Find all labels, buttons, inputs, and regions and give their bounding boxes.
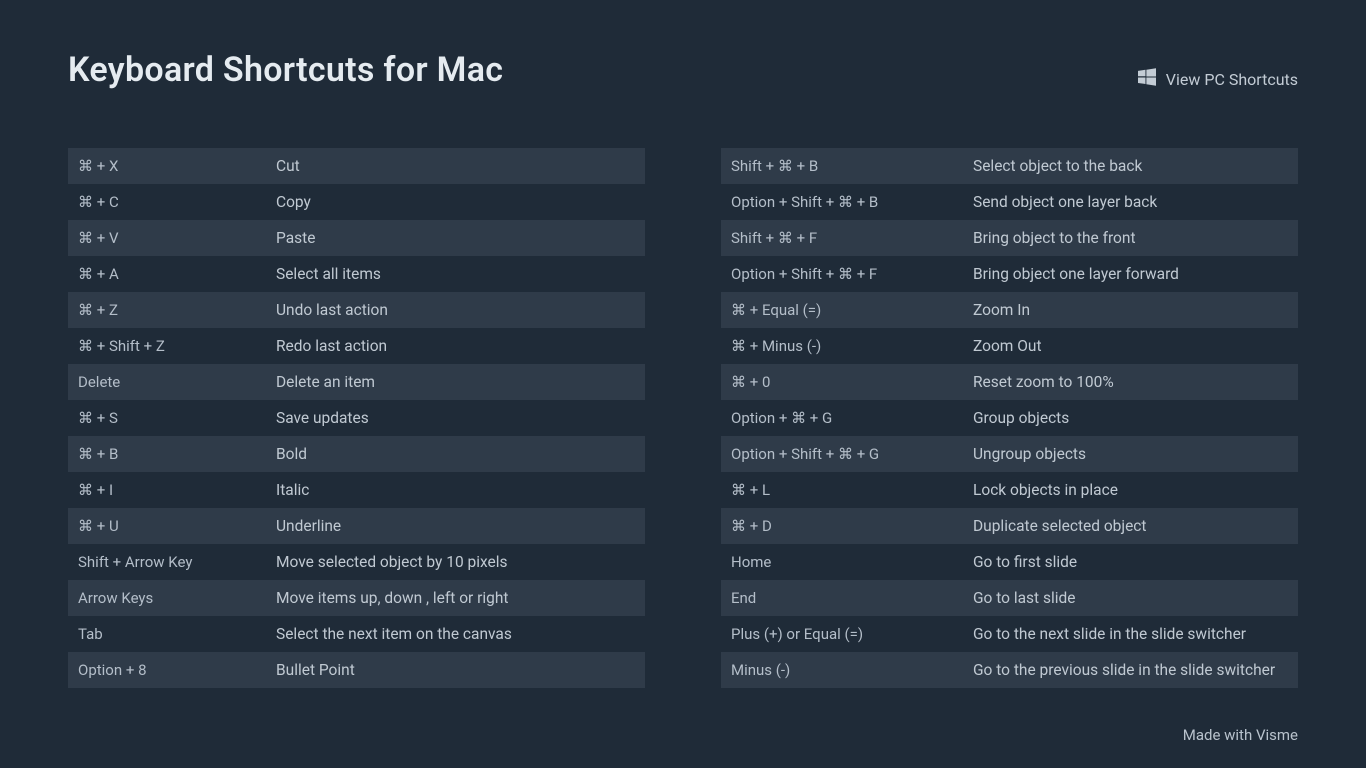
shortcut-row: Minus (-)Go to the previous slide in the… (721, 652, 1298, 688)
shortcut-row: ⌘ + CCopy (68, 184, 645, 220)
shortcut-row: ⌘ + LLock objects in place (721, 472, 1298, 508)
shortcut-key: ⌘ + B (68, 445, 272, 463)
shortcut-description: Go to the next slide in the slide switch… (969, 625, 1298, 643)
shortcut-row: ⌘ + VPaste (68, 220, 645, 256)
shortcut-key: Option + ⌘ + G (721, 409, 969, 427)
shortcut-description: Group objects (969, 409, 1298, 427)
shortcut-row: Shift + ⌘ + FBring object to the front (721, 220, 1298, 256)
shortcuts-column-left: ⌘ + XCut⌘ + CCopy⌘ + VPaste⌘ + ASelect a… (68, 148, 645, 688)
shortcut-row: ⌘ + BBold (68, 436, 645, 472)
page-title: Keyboard Shortcuts for Mac (68, 50, 503, 90)
shortcut-description: Bullet Point (272, 661, 645, 679)
shortcut-description: Move selected object by 10 pixels (272, 553, 645, 571)
shortcut-key: ⌘ + L (721, 481, 969, 499)
shortcut-row: Plus (+) or Equal (=)Go to the next slid… (721, 616, 1298, 652)
shortcut-row: Option + Shift + ⌘ + GUngroup objects (721, 436, 1298, 472)
shortcut-row: ⌘ + XCut (68, 148, 645, 184)
shortcut-description: Send object one layer back (969, 193, 1298, 211)
shortcut-key: Tab (68, 625, 272, 643)
shortcut-description: Underline (272, 517, 645, 535)
shortcut-row: Option + Shift + ⌘ + FBring object one l… (721, 256, 1298, 292)
shortcut-key: ⌘ + Shift + Z (68, 337, 272, 355)
shortcut-description: Duplicate selected object (969, 517, 1298, 535)
shortcut-description: Bring object to the front (969, 229, 1298, 247)
shortcut-row: ⌘ + Shift + ZRedo last action (68, 328, 645, 364)
shortcut-key: Option + Shift + ⌘ + G (721, 445, 969, 463)
shortcut-row: Shift + ⌘ + BSelect object to the back (721, 148, 1298, 184)
shortcut-row: Option + ⌘ + GGroup objects (721, 400, 1298, 436)
shortcut-key: ⌘ + A (68, 265, 272, 283)
shortcut-row: Option + 8Bullet Point (68, 652, 645, 688)
shortcut-description: Paste (272, 229, 645, 247)
shortcut-row: ⌘ + ZUndo last action (68, 292, 645, 328)
shortcut-key: ⌘ + S (68, 409, 272, 427)
shortcut-key: ⌘ + Equal (=) (721, 301, 969, 319)
shortcut-key: Home (721, 553, 969, 571)
shortcut-description: Select the next item on the canvas (272, 625, 645, 643)
shortcut-description: Move items up, down , left or right (272, 589, 645, 607)
shortcut-description: Select all items (272, 265, 645, 283)
shortcut-key: ⌘ + D (721, 517, 969, 535)
shortcut-key: Shift + Arrow Key (68, 553, 272, 571)
shortcut-row: ⌘ + 0Reset zoom to 100% (721, 364, 1298, 400)
view-pc-shortcuts-link[interactable]: View PC Shortcuts (1138, 68, 1298, 90)
shortcut-key: Option + 8 (68, 661, 272, 679)
footer-credit: Made with Visme (1183, 726, 1298, 744)
shortcut-row: ⌘ + Minus (-)Zoom Out (721, 328, 1298, 364)
shortcuts-column-right: Shift + ⌘ + BSelect object to the backOp… (721, 148, 1298, 688)
shortcut-description: Select object to the back (969, 157, 1298, 175)
shortcut-description: Go to the previous slide in the slide sw… (969, 661, 1298, 679)
shortcut-row: Option + Shift + ⌘ + BSend object one la… (721, 184, 1298, 220)
shortcut-row: EndGo to last slide (721, 580, 1298, 616)
shortcut-row: HomeGo to first slide (721, 544, 1298, 580)
shortcut-key: ⌘ + I (68, 481, 272, 499)
shortcut-description: Bring object one layer forward (969, 265, 1298, 283)
shortcut-key: ⌘ + U (68, 517, 272, 535)
shortcut-row: ⌘ + IItalic (68, 472, 645, 508)
shortcut-key: Minus (-) (721, 661, 969, 679)
shortcut-description: Zoom In (969, 301, 1298, 319)
shortcut-row: Shift + Arrow KeyMove selected object by… (68, 544, 645, 580)
shortcut-row: TabSelect the next item on the canvas (68, 616, 645, 652)
shortcut-description: Lock objects in place (969, 481, 1298, 499)
shortcut-description: Go to last slide (969, 589, 1298, 607)
shortcut-row: DeleteDelete an item (68, 364, 645, 400)
shortcut-key: ⌘ + C (68, 193, 272, 211)
shortcut-description: Go to first slide (969, 553, 1298, 571)
shortcut-key: End (721, 589, 969, 607)
shortcut-description: Italic (272, 481, 645, 499)
shortcut-description: Reset zoom to 100% (969, 373, 1298, 391)
shortcut-key: Plus (+) or Equal (=) (721, 625, 969, 643)
shortcut-key: Option + Shift + ⌘ + F (721, 265, 969, 283)
shortcut-key: Shift + ⌘ + F (721, 229, 969, 247)
shortcut-description: Cut (272, 157, 645, 175)
shortcut-key: Delete (68, 373, 272, 391)
shortcut-row: Arrow KeysMove items up, down , left or … (68, 580, 645, 616)
shortcut-description: Redo last action (272, 337, 645, 355)
shortcut-description: Undo last action (272, 301, 645, 319)
shortcut-key: ⌘ + Z (68, 301, 272, 319)
shortcut-key: ⌘ + Minus (-) (721, 337, 969, 355)
shortcut-row: ⌘ + DDuplicate selected object (721, 508, 1298, 544)
shortcut-description: Copy (272, 193, 645, 211)
windows-icon (1138, 68, 1156, 90)
shortcut-description: Save updates (272, 409, 645, 427)
shortcut-row: ⌘ + ASelect all items (68, 256, 645, 292)
shortcut-description: Delete an item (272, 373, 645, 391)
shortcut-key: ⌘ + X (68, 157, 272, 175)
shortcut-row: ⌘ + UUnderline (68, 508, 645, 544)
shortcut-key: ⌘ + 0 (721, 373, 969, 391)
shortcut-description: Bold (272, 445, 645, 463)
shortcut-key: Option + Shift + ⌘ + B (721, 193, 969, 211)
view-pc-shortcuts-label: View PC Shortcuts (1166, 70, 1298, 89)
shortcut-row: ⌘ + Equal (=)Zoom In (721, 292, 1298, 328)
shortcut-row: ⌘ + SSave updates (68, 400, 645, 436)
shortcut-key: ⌘ + V (68, 229, 272, 247)
shortcut-description: Zoom Out (969, 337, 1298, 355)
shortcut-key: Shift + ⌘ + B (721, 157, 969, 175)
shortcut-key: Arrow Keys (68, 589, 272, 607)
shortcut-description: Ungroup objects (969, 445, 1298, 463)
